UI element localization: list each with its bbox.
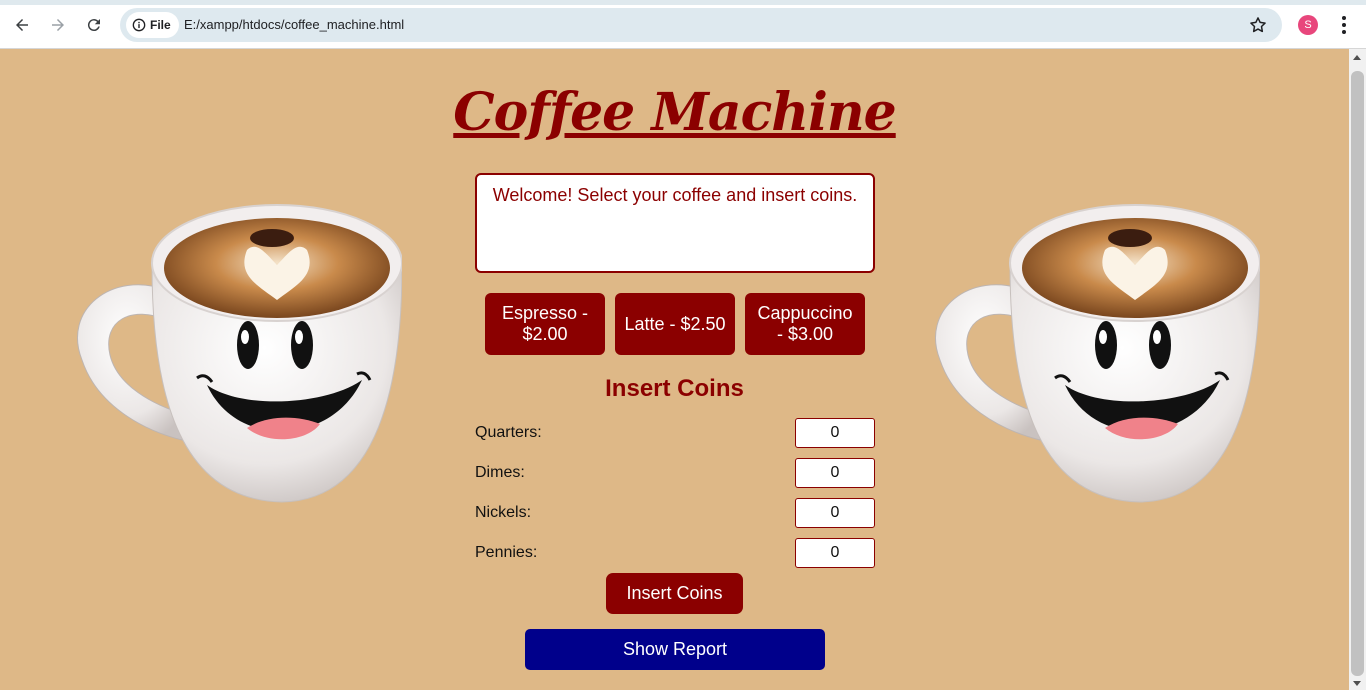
scroll-down-arrow-icon[interactable] — [1353, 681, 1361, 686]
menu-dot-icon — [1342, 15, 1346, 20]
insert-coins-button[interactable]: Insert Coins — [606, 573, 743, 614]
url-text[interactable]: E:/xampp/htdocs/coffee_machine.html — [184, 17, 404, 32]
dimes-label: Dimes: — [475, 464, 525, 481]
menu-dot-icon — [1342, 22, 1346, 27]
pennies-input[interactable] — [795, 538, 875, 568]
quarters-input[interactable] — [795, 418, 875, 448]
show-report-button[interactable]: Show Report — [525, 629, 825, 670]
nickels-input[interactable] — [795, 498, 875, 528]
info-icon — [132, 18, 146, 32]
tab-strip — [0, 0, 1366, 5]
scroll-up-arrow-icon[interactable] — [1353, 55, 1361, 60]
message-display: Welcome! Select your coffee and insert c… — [475, 173, 875, 273]
arrow-left-icon — [16, 19, 28, 31]
browser-menu-button[interactable] — [1334, 14, 1354, 36]
smiling-coffee-mug-image — [77, 204, 402, 503]
menu-dot-icon — [1342, 30, 1346, 35]
scroll-thumb[interactable] — [1351, 71, 1364, 676]
vertical-scrollbar[interactable] — [1349, 49, 1366, 690]
dimes-input[interactable] — [795, 458, 875, 488]
browser-toolbar: File E:/xampp/htdocs/coffee_machine.html… — [0, 0, 1366, 49]
nickels-label: Nickels: — [475, 504, 532, 521]
arrow-right-icon — [52, 19, 64, 31]
smiling-coffee-mug-image — [935, 204, 1260, 503]
file-chip-label: File — [150, 18, 171, 32]
site-info-chip[interactable]: File — [126, 12, 179, 38]
page-title: Coffee Machine — [453, 82, 896, 143]
espresso-button[interactable]: Espresso - $2.00 — [485, 293, 605, 355]
reload-icon — [87, 19, 100, 32]
quarters-label: Quarters: — [475, 424, 542, 441]
latte-button[interactable]: Latte - $2.50 — [615, 293, 735, 355]
reload-button[interactable] — [81, 12, 107, 38]
pennies-label: Pennies: — [475, 544, 538, 561]
cappuccino-button[interactable]: Cappuccino - $3.00 — [745, 293, 865, 355]
address-bar[interactable]: File E:/xampp/htdocs/coffee_machine.html — [120, 8, 1282, 42]
forward-button[interactable] — [45, 12, 71, 38]
profile-avatar[interactable]: S — [1298, 15, 1318, 35]
bookmark-star-icon[interactable] — [1248, 15, 1268, 35]
back-button[interactable] — [9, 12, 35, 38]
